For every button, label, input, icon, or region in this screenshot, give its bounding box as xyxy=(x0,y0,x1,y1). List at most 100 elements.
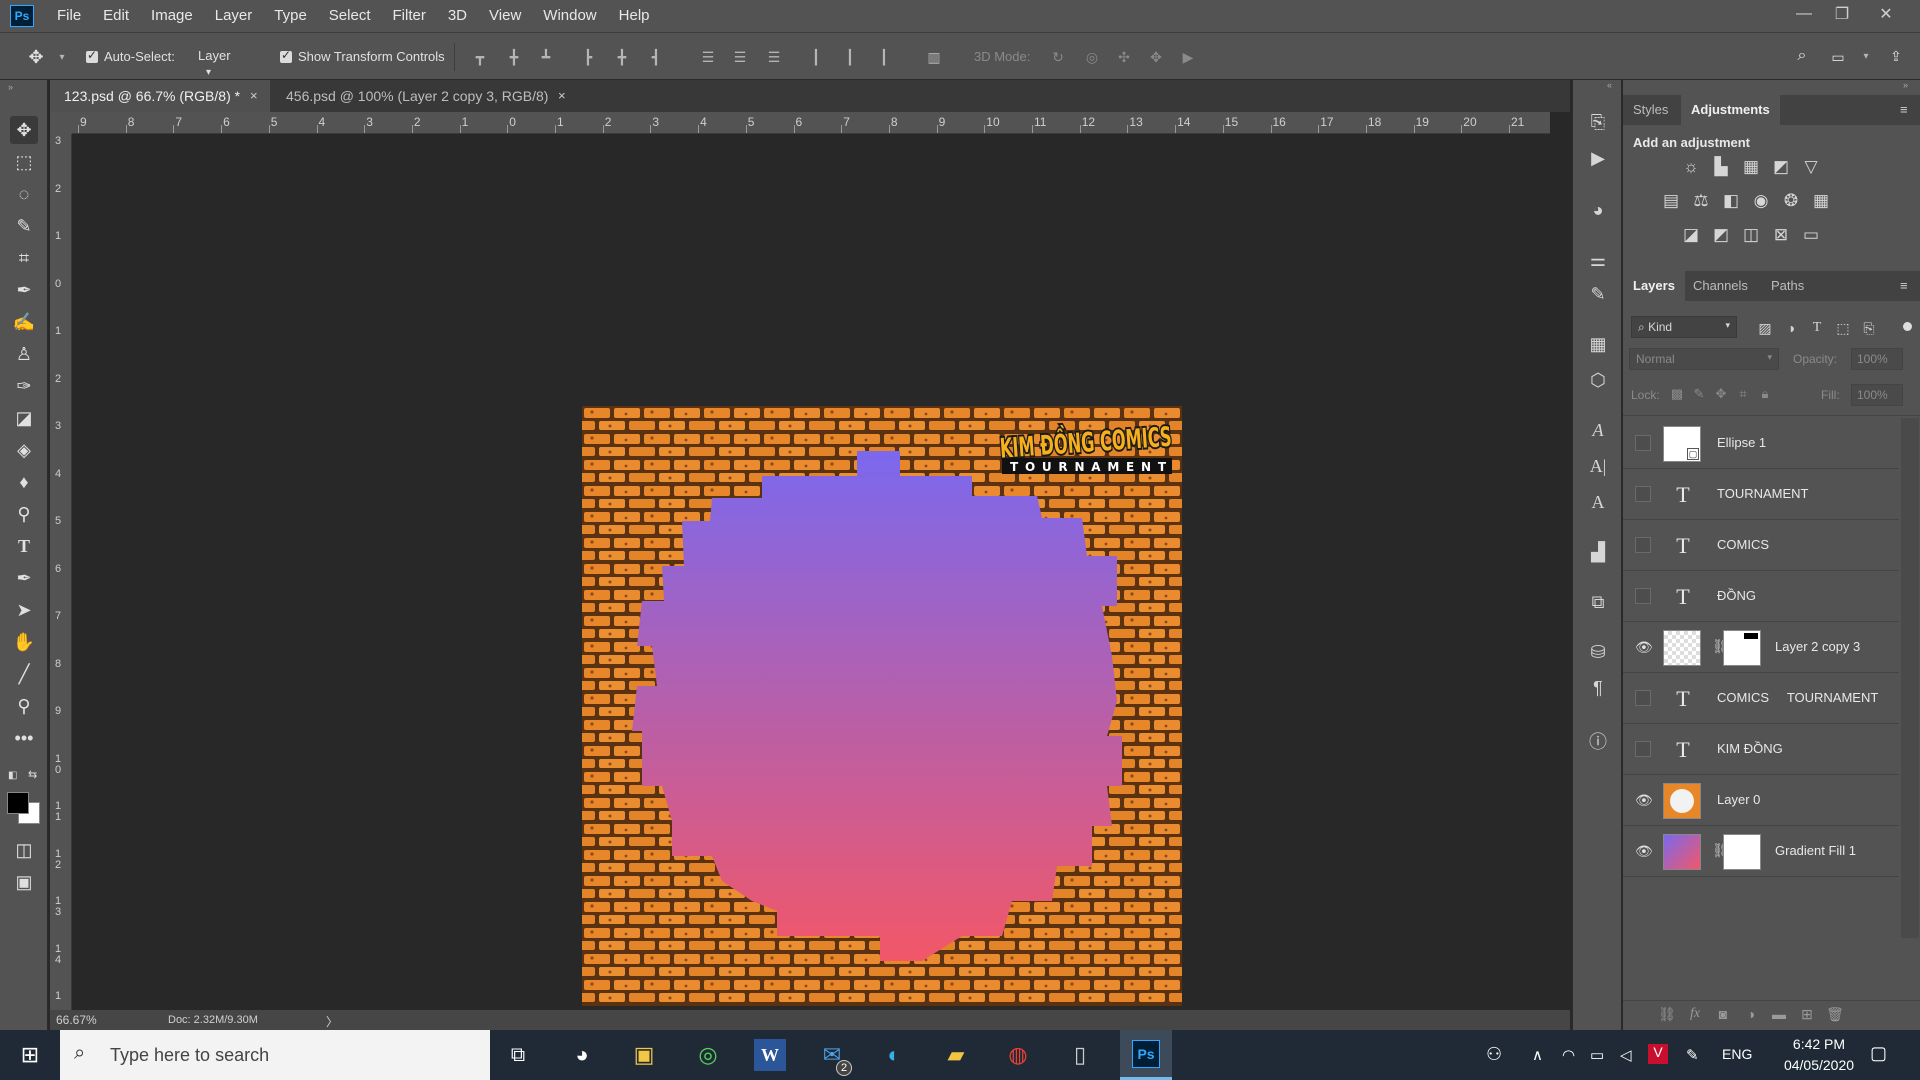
canvas-area[interactable]: KIM ĐỒNG COMICS T O U R N A M E N T xyxy=(72,134,1550,1010)
menu-3d[interactable]: 3D xyxy=(437,0,478,32)
photoshop-taskbar-icon[interactable]: Ps xyxy=(1120,1030,1172,1080)
chevron-down-icon[interactable]: ▾ xyxy=(54,50,70,66)
crop-tool-icon[interactable]: ⌗ xyxy=(10,244,38,272)
new-layer-icon[interactable]: ⊞ xyxy=(1795,1002,1819,1026)
trash-icon[interactable]: 🗑︎ xyxy=(1823,1002,1847,1026)
wifi-icon[interactable]: ◠ xyxy=(1562,1046,1575,1064)
tab-layers[interactable]: Layers xyxy=(1623,271,1685,301)
app-tray-icon[interactable]: V xyxy=(1648,1044,1668,1064)
3d-orbit-icon[interactable]: ↻ xyxy=(1050,49,1066,65)
layer-row[interactable]: T COMICS xyxy=(1623,520,1899,571)
color-lookup-icon[interactable]: ▦ xyxy=(1809,189,1833,213)
histogram-icon[interactable]: ▟ xyxy=(1586,540,1610,564)
brightness-contrast-icon[interactable]: ☼ xyxy=(1679,155,1703,179)
curves-icon[interactable]: ▦ xyxy=(1739,155,1763,179)
3d-pan-icon[interactable]: ✣ xyxy=(1116,49,1132,65)
search-icon[interactable]: ⌕ xyxy=(1794,48,1810,64)
tab-styles[interactable]: Styles xyxy=(1623,95,1678,125)
filter-pixel-icon[interactable]: ▨ xyxy=(1753,316,1777,340)
search-input[interactable]: ⌕ Type here to search xyxy=(60,1030,490,1080)
volume-icon[interactable]: ◁ xyxy=(1620,1046,1632,1064)
pen-icon[interactable]: ✎ xyxy=(1686,1046,1699,1064)
hand-tool-icon[interactable]: ✋ xyxy=(10,628,38,656)
align-top-icon[interactable]: ┳ xyxy=(472,49,488,65)
auto-select-checkbox[interactable] xyxy=(86,48,98,63)
distribute-right-icon[interactable]: ┃ xyxy=(876,49,892,65)
menu-image[interactable]: Image xyxy=(140,0,204,32)
notifications-icon[interactable]: ▢ xyxy=(1870,1043,1887,1064)
menu-type[interactable]: Type xyxy=(263,0,318,32)
share-icon[interactable]: ⇪ xyxy=(1888,48,1904,64)
move-tool-icon[interactable]: ✥ xyxy=(28,48,44,66)
3d-scale-icon[interactable]: ▶ xyxy=(1180,49,1196,65)
pen-tool-icon[interactable]: ✒ xyxy=(10,564,38,592)
mask-thumbnail[interactable] xyxy=(1723,834,1761,870)
history-brush-icon[interactable]: ✑ xyxy=(10,372,38,400)
quick-select-tool-icon[interactable]: ✎ xyxy=(10,212,38,240)
distribute-hcenter-icon[interactable]: ┃ xyxy=(842,49,858,65)
eyedropper-tool-icon[interactable]: ✒ xyxy=(10,276,38,304)
3d-slide-icon[interactable]: ✥ xyxy=(1148,49,1164,65)
brush-settings-icon[interactable]: ✎ xyxy=(1586,282,1610,306)
menu-layer[interactable]: Layer xyxy=(204,0,264,32)
marquee-tool-icon[interactable]: ⬚ xyxy=(10,148,38,176)
tab-paths[interactable]: Paths xyxy=(1761,271,1814,301)
menu-help[interactable]: Help xyxy=(608,0,661,32)
filter-shape-icon[interactable]: ⬚ xyxy=(1831,316,1855,340)
filter-smart-object-icon[interactable]: ⎘ xyxy=(1857,316,1881,340)
levels-icon[interactable]: ▙ xyxy=(1709,155,1733,179)
visibility-toggle[interactable] xyxy=(1635,435,1651,451)
app-icon[interactable]: ▯ xyxy=(1064,1039,1096,1071)
distribute-left-icon[interactable]: ┃ xyxy=(808,49,824,65)
layer-row[interactable]: T KIM ĐỒNG xyxy=(1623,724,1899,775)
lock-all-icon[interactable]: 🔒︎ xyxy=(1753,382,1777,406)
black-white-icon[interactable]: ◧ xyxy=(1719,189,1743,213)
type-tool-icon[interactable]: T xyxy=(10,532,38,560)
new-group-icon[interactable]: ▬ xyxy=(1767,1002,1791,1026)
paragraph-icon[interactable]: ¶ xyxy=(1586,676,1610,700)
app-icon[interactable]: ◕ xyxy=(566,1039,598,1071)
menu-window[interactable]: Window xyxy=(532,0,607,32)
default-colors-icon[interactable]: ◧ xyxy=(8,770,17,781)
properties-icon[interactable]: ⚌ xyxy=(1586,248,1610,272)
panel-menu-icon[interactable]: ≡ xyxy=(1900,278,1908,293)
filter-adjustment-icon[interactable]: ◑ xyxy=(1779,316,1803,340)
exposure-icon[interactable]: ◩ xyxy=(1769,155,1793,179)
auto-select-dropdown[interactable]: Layer ▾ xyxy=(190,45,254,78)
auto-align-icon[interactable]: ▥ xyxy=(926,49,942,65)
task-view-icon[interactable]: ⧉ xyxy=(502,1039,534,1071)
visibility-toggle[interactable] xyxy=(1635,486,1651,502)
lock-pixels-icon[interactable]: ✎ xyxy=(1687,382,1711,406)
artwork[interactable]: KIM ĐỒNG COMICS T O U R N A M E N T xyxy=(582,406,1182,1006)
layer-row[interactable]: 👁︎ ⛓ Layer 2 copy 3 xyxy=(1623,622,1899,673)
tab-123-psd[interactable]: 123.psd @ 66.7% (RGB/8) * xyxy=(50,80,270,112)
visibility-toggle[interactable] xyxy=(1635,588,1651,604)
layer-row[interactable]: T TOURNAMENT xyxy=(1623,469,1899,520)
quick-mask-icon[interactable]: ◫ xyxy=(10,836,38,864)
distribute-bottom-icon[interactable]: ☰ xyxy=(766,49,782,65)
stamp-tool-icon[interactable]: ♙ xyxy=(10,340,38,368)
menu-filter[interactable]: Filter xyxy=(382,0,437,32)
filter-toggle[interactable] xyxy=(1903,322,1912,331)
minimize-button[interactable]: — xyxy=(1784,0,1824,28)
vertical-ruler[interactable]: 32101234567891 01 11 21 31 41 xyxy=(50,134,72,1010)
align-hcenter-icon[interactable]: ╋ xyxy=(614,49,630,65)
collapse-icon[interactable]: » xyxy=(1903,80,1908,90)
eye-icon[interactable]: 👁︎ xyxy=(1635,843,1653,859)
store-icon[interactable]: ▣ xyxy=(628,1039,660,1071)
align-right-icon[interactable]: ┫ xyxy=(648,49,664,65)
libraries-icon[interactable]: ⛁ xyxy=(1586,640,1610,664)
battery-icon[interactable]: ▭ xyxy=(1590,1046,1604,1064)
dodge-tool-icon[interactable]: ⚲ xyxy=(10,500,38,528)
opacity-input[interactable]: 100% xyxy=(1851,348,1903,370)
line-tool-icon[interactable]: ╱ xyxy=(10,660,38,688)
workspace-icon[interactable]: ▭ xyxy=(1830,49,1846,65)
channel-mixer-icon[interactable]: ❂ xyxy=(1779,189,1803,213)
status-menu-icon[interactable]: 〉 xyxy=(326,1013,338,1030)
more-tools-icon[interactable]: ••• xyxy=(10,724,38,752)
restore-button[interactable]: ❐ xyxy=(1822,0,1862,28)
move-tool-icon[interactable]: ✥ xyxy=(10,116,38,144)
align-left-icon[interactable]: ┣ xyxy=(580,49,596,65)
chevron-up-icon[interactable]: ∧ xyxy=(1532,1046,1543,1064)
menu-view[interactable]: View xyxy=(478,0,532,32)
